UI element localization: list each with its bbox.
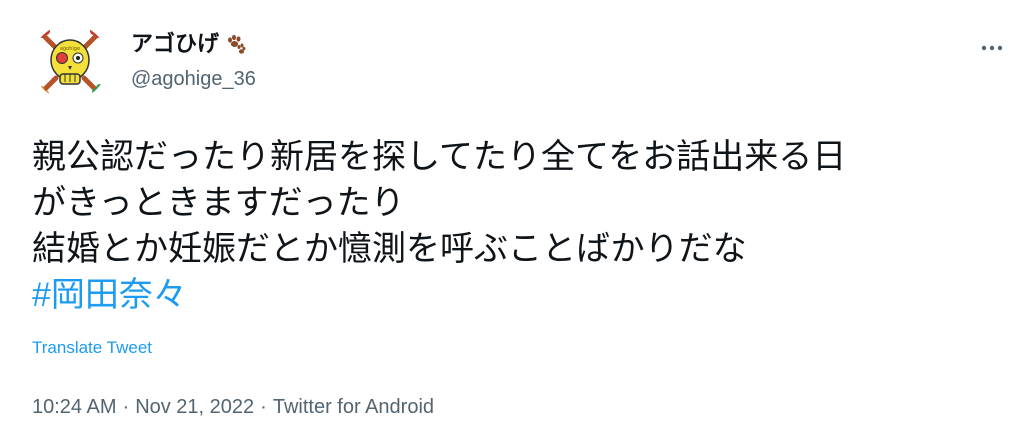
author-display-name[interactable]: アゴひげ — [131, 30, 247, 58]
tweet-time-link[interactable]: 10:24 AM — [32, 396, 117, 418]
tweet-text-line: 親公認だったり新居を探してたり全てをお話出来る日 — [32, 138, 847, 176]
tweet-metadata: 10:24 AM · Nov 21, 2022 · Twitter for Androi… — [32, 394, 434, 420]
tweet-date-link[interactable]: Nov 21, 2022 — [135, 396, 254, 418]
tweet-source-link[interactable]: Twitter for Android — [273, 396, 434, 418]
paw-prints-icon — [223, 32, 247, 56]
hashtag-link[interactable]: #岡田奈々 — [32, 272, 187, 318]
tweet-text-line: がきっときますだったり — [32, 184, 405, 222]
avatar[interactable]: agohige — [32, 24, 108, 100]
author-handle[interactable]: @agohige_36 — [131, 66, 256, 92]
skull-avatar-icon: agohige — [37, 27, 104, 98]
tweet-text-line: 結婚とか妊娠だとか憶測を呼ぶことばかりだな — [32, 230, 747, 268]
tweet: agohige アゴひげ @agohige_36 親公認だったり新居を探してたり… — [0, 0, 1024, 444]
tweet-text: 親公認だったり新居を探してたり全てをお話出来る日 がきっときますだったり 結婚と… — [32, 134, 1002, 318]
translate-tweet-link[interactable]: Translate Tweet — [32, 337, 152, 359]
more-dots-icon — [981, 45, 1003, 51]
display-name-text: アゴひげ — [131, 31, 220, 56]
separator-dot: · — [260, 396, 267, 418]
svg-text:agohige: agohige — [60, 46, 80, 52]
more-options-button[interactable] — [970, 30, 1014, 66]
separator-dot: · — [122, 396, 130, 418]
